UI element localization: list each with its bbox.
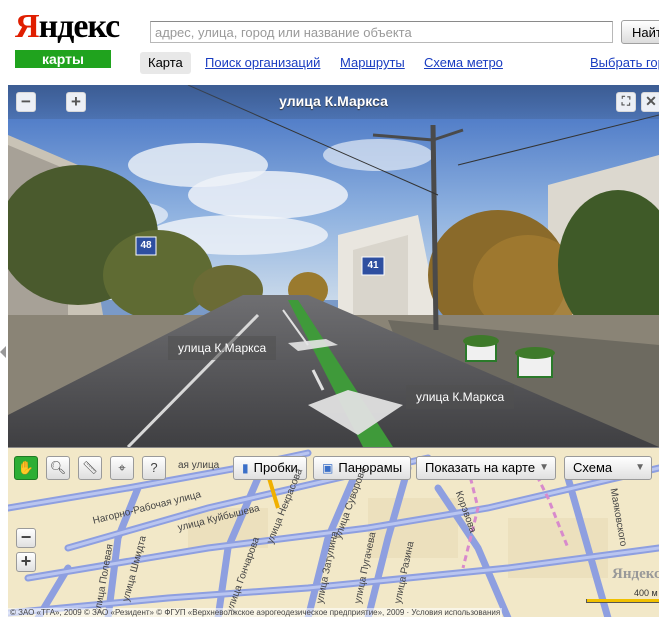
house-number-sign: 48 xyxy=(140,240,152,251)
map-zoom-in-button[interactable]: + xyxy=(16,552,36,572)
map-yandex-logo: Яндекс xyxy=(612,566,659,582)
panorama-zoom-out-button[interactable]: − xyxy=(16,92,36,112)
road-label: ая улица xyxy=(178,460,220,471)
chevron-down-icon: ▼ xyxy=(539,462,549,473)
search-input[interactable] xyxy=(150,21,613,43)
tab-map[interactable]: Карта xyxy=(140,52,191,74)
logo-first-letter: Я xyxy=(15,8,40,45)
marker-icon[interactable]: ⌖ xyxy=(110,456,134,480)
logo-maps-badge: карты xyxy=(15,50,111,68)
select-city-link[interactable]: Выбрать город xyxy=(590,52,659,74)
fullscreen-icon[interactable]: ⛶ xyxy=(616,92,636,112)
close-icon[interactable]: ✕ xyxy=(641,92,659,112)
house-number-sign: 41 xyxy=(367,260,379,271)
panorama-zoom-in-button[interactable]: + xyxy=(66,92,86,112)
traffic-button-label: Пробки xyxy=(253,460,298,475)
tab-metro-scheme[interactable]: Схема метро xyxy=(424,52,503,74)
logo-rest: ндекс xyxy=(38,8,121,45)
map-zoom-out-button[interactable]: − xyxy=(16,528,36,548)
map-view[interactable]: ✋ 🔍︎ 📏︎ ⌖ ? ▮ Пробки ▣ Панорамы Показать н… xyxy=(8,447,659,617)
map-type-label: Схема xyxy=(573,460,613,475)
hand-icon[interactable]: ✋ xyxy=(14,456,38,480)
help-icon[interactable]: ? xyxy=(142,456,166,480)
street-label[interactable]: улица К.Маркса xyxy=(168,336,277,360)
panorama-title: улица К.Маркса xyxy=(279,93,388,109)
yandex-logo[interactable]: Яндекс карты xyxy=(15,8,120,68)
magnifier-icon[interactable]: 🔍︎ xyxy=(46,456,70,480)
show-on-map-dropdown[interactable]: Показать на карте ▼ xyxy=(416,456,556,480)
panoramas-button-label: Панорамы xyxy=(338,460,403,475)
map-type-dropdown[interactable]: Схема ▼ xyxy=(564,456,652,480)
scale-bar xyxy=(586,599,659,603)
search-button[interactable]: Найти xyxy=(621,20,659,44)
traffic-light-icon: ▮ xyxy=(242,461,249,475)
scale-label: 400 м xyxy=(634,588,658,598)
ruler-icon[interactable]: 📏︎ xyxy=(78,456,102,480)
tab-routes[interactable]: Маршруты xyxy=(340,52,405,74)
main-nav: Карта Поиск организаций Маршруты Схема м… xyxy=(140,52,659,74)
chevron-down-icon: ▼ xyxy=(635,462,645,473)
panorama-icon: ▣ xyxy=(322,461,334,475)
page-root: Яндекс карты Найти Карта Поиск организац… xyxy=(0,0,659,617)
panorama-viewer[interactable]: улица К.Маркса − + ⛶ ✕ 48 41 улица К.Мар… xyxy=(8,85,659,447)
panorama-scene xyxy=(8,85,659,447)
street-label[interactable]: улица К.Маркса xyxy=(406,385,515,409)
collapse-arrow-icon[interactable] xyxy=(0,346,6,358)
tab-search-organizations[interactable]: Поиск организаций xyxy=(205,52,320,74)
logo-text: Яндекс xyxy=(15,8,120,46)
show-on-map-label: Показать на карте xyxy=(425,460,536,475)
copyright-text: © ЗАО «ТГА», 2009 © ЗАО «Резидент» © ФГУ… xyxy=(8,608,503,617)
